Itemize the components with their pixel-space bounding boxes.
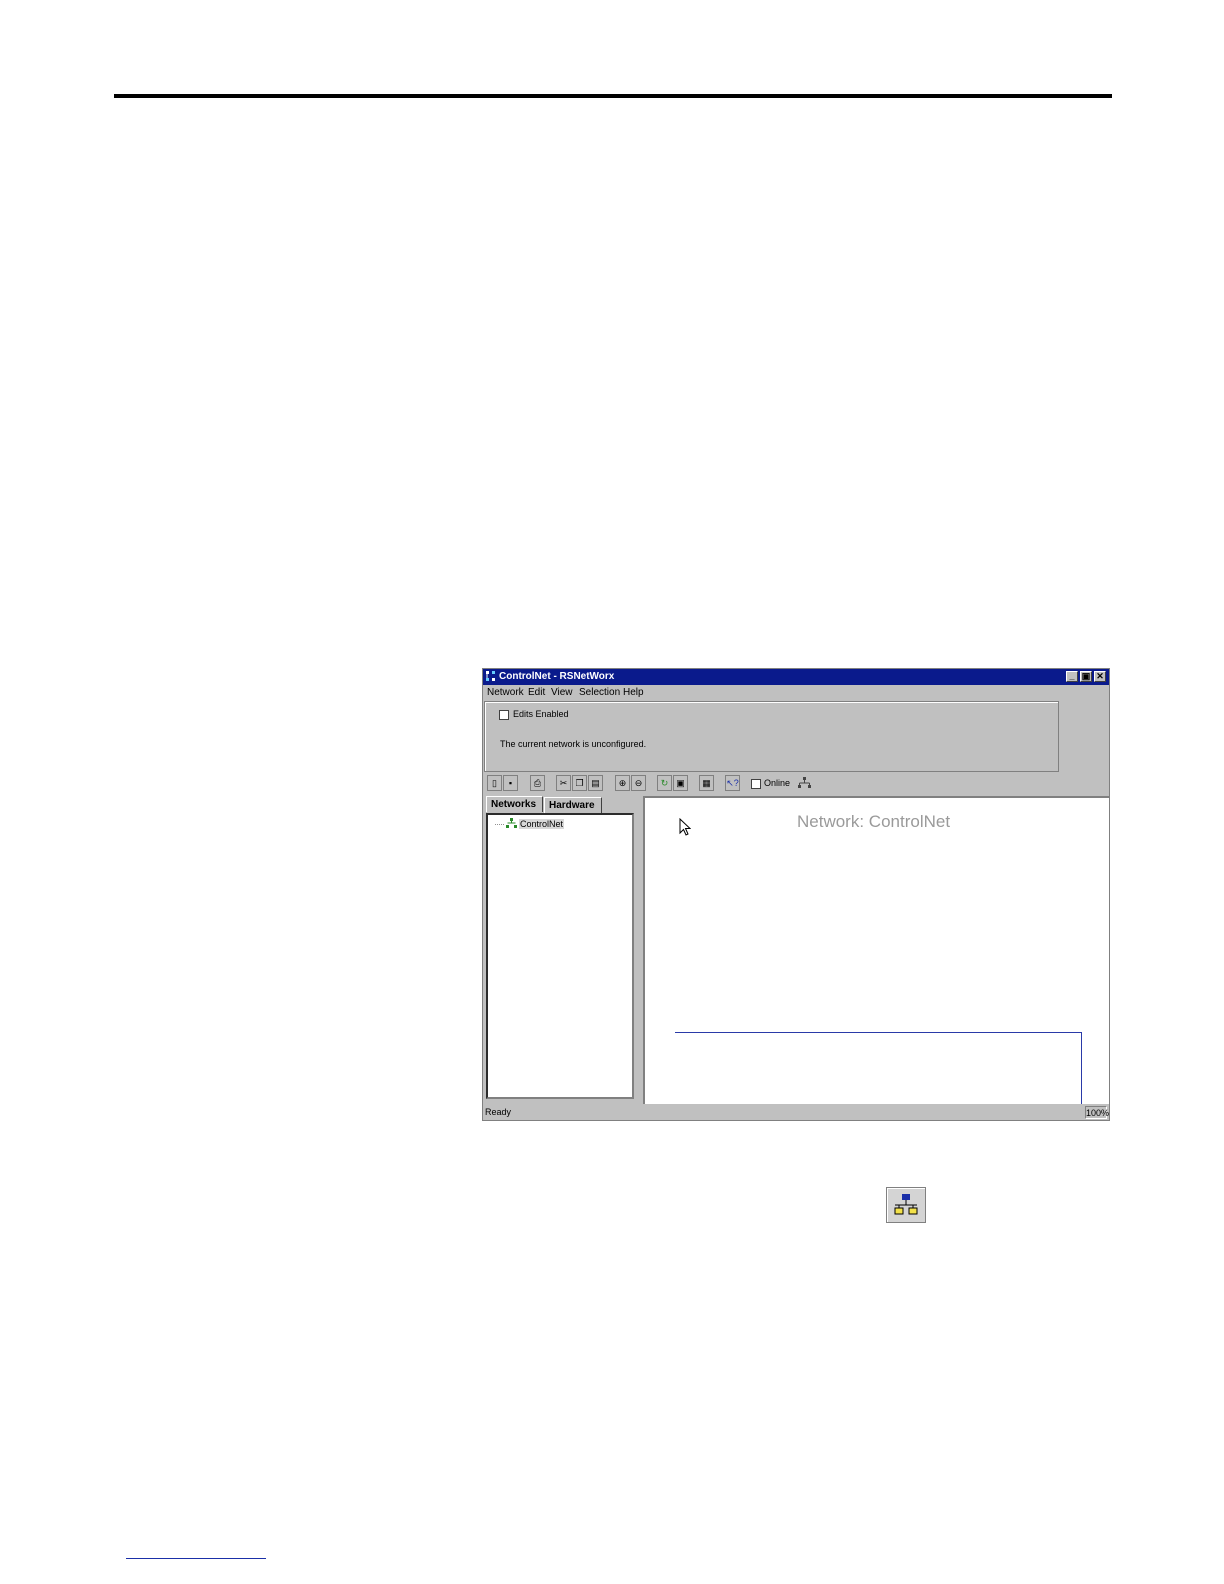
copy-icon[interactable]: ❐	[572, 775, 587, 791]
menu-selection[interactable]: Selection	[579, 687, 620, 698]
minimize-button[interactable]: _	[1066, 671, 1078, 682]
window-title: ControlNet - RSNetWorx	[499, 671, 615, 682]
tree-item-label: ControlNet	[519, 818, 565, 829]
mouse-pointer-icon	[679, 818, 691, 836]
single-pass-browse-icon[interactable]: ▣	[673, 775, 688, 791]
footnote-rule	[126, 1558, 266, 1559]
page-top-rule	[114, 94, 1112, 98]
rsnetworx-window: ControlNet - RSNetWorx _ ▣ ✕ Network Edi…	[482, 668, 1110, 1121]
controlnet-icon	[506, 818, 517, 828]
zoom-in-icon[interactable]: ⊕	[615, 775, 630, 791]
online-checkbox[interactable]	[751, 779, 761, 789]
help-pointer-icon[interactable]: ↖?	[725, 775, 740, 791]
edit-mode-panel: Edits Enabled The current network is unc…	[484, 701, 1059, 772]
zoom-level: 100%	[1085, 1106, 1110, 1119]
online-label: Online	[764, 778, 791, 788]
unconfigured-message: The current network is unconfigured.	[500, 739, 647, 749]
toolbar: ▯ ▪ ⎙ ✂ ❐ ▤ ⊕ ⊖ ↻ ▣ ▦ ↖? Online	[484, 772, 1108, 794]
tree-item-controlnet[interactable]: ····· ControlNet	[494, 818, 565, 829]
network-icon[interactable]	[798, 777, 811, 789]
menu-edit[interactable]: Edit	[528, 687, 545, 698]
paste-icon[interactable]: ▤	[588, 775, 603, 791]
network-canvas[interactable]: Network: ControlNet	[643, 796, 1109, 1104]
print-icon[interactable]: ⎙	[530, 775, 545, 791]
tab-networks[interactable]: Networks	[486, 796, 543, 812]
refresh-icon[interactable]: ↻	[657, 775, 672, 791]
properties-icon[interactable]: ▦	[699, 775, 714, 791]
canvas-title: Network: ControlNet	[797, 812, 951, 831]
status-bar: Ready 100%	[483, 1106, 1109, 1120]
title-bar[interactable]: ControlNet - RSNetWorx _ ▣ ✕	[483, 669, 1109, 685]
tree-connector: ·····	[494, 818, 505, 829]
new-file-icon[interactable]: ▯	[487, 775, 502, 791]
restore-button[interactable]: ▣	[1080, 671, 1092, 682]
app-icon	[486, 671, 495, 681]
single-pass-browse-button[interactable]	[886, 1187, 926, 1223]
network-browse-icon	[894, 1194, 918, 1215]
edits-enabled-label: Edits Enabled	[513, 709, 569, 719]
network-drop-line	[1081, 1032, 1082, 1104]
save-icon[interactable]: ▪	[503, 775, 518, 791]
network-tree: ····· ControlNet	[486, 813, 634, 1099]
network-trunk-line	[675, 1032, 1081, 1033]
cut-icon[interactable]: ✂	[556, 775, 571, 791]
menu-bar: Network Edit View Selection Help	[483, 686, 1109, 701]
tab-hardware[interactable]: Hardware	[544, 797, 602, 813]
edits-enabled-checkbox[interactable]	[499, 710, 509, 720]
menu-help[interactable]: Help	[623, 687, 644, 698]
menu-network[interactable]: Network	[487, 687, 524, 698]
status-text: Ready	[485, 1107, 512, 1117]
menu-view[interactable]: View	[551, 687, 573, 698]
zoom-out-icon[interactable]: ⊖	[631, 775, 646, 791]
close-button[interactable]: ✕	[1094, 671, 1106, 682]
tree-panel: Networks Hardware ····· ControlNet	[485, 796, 639, 1103]
